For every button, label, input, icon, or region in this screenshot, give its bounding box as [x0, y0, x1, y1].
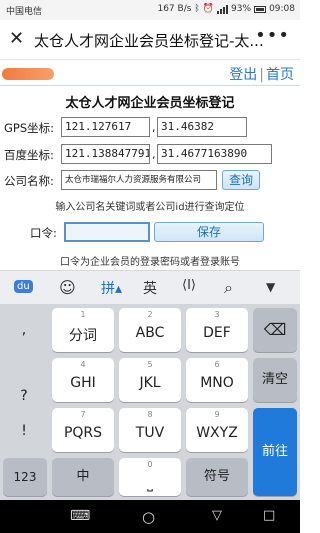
key-3[interactable]: 3 DEF	[186, 308, 248, 352]
space-key[interactable]: 0 ⎵	[119, 458, 181, 496]
password-label: 口令:	[30, 226, 57, 240]
key-number: 1	[80, 310, 86, 319]
comma: ,	[152, 121, 156, 134]
network-speed: 167 B/s	[157, 4, 192, 14]
password-input[interactable]	[64, 222, 150, 242]
home-link[interactable]: 首页	[266, 67, 294, 83]
gps-row: GPS坐标: 121.127617 , 31.46382	[0, 117, 300, 139]
username-redacted	[2, 68, 54, 80]
key-number: 8	[147, 410, 153, 419]
home-icon[interactable]: ○	[142, 508, 155, 526]
company-input[interactable]: 太仓市瑞福尔人力资源服务有限公司	[61, 170, 217, 190]
battery-icon	[254, 5, 267, 13]
key-label: GHI	[70, 375, 96, 391]
query-button[interactable]: 查询	[222, 170, 260, 190]
chinese-key[interactable]: 中	[52, 458, 114, 496]
key-label: DEF	[203, 325, 231, 341]
emoji-icon[interactable]: ☺	[59, 278, 76, 297]
more-icon[interactable]: •••	[255, 25, 290, 46]
english-mode[interactable]: 英	[143, 278, 157, 298]
baidu-longitude-input[interactable]: 121.138847791	[61, 144, 150, 164]
key-label: TUV	[135, 425, 165, 441]
keyboard: , ? ! 1 分词 2 ABC 3 DEF ⌫ 4 GHI 5 JKL 6 MNO 清空 …	[0, 304, 300, 500]
search-hint: 输入公司名关键词或者公司id进行查询定位	[55, 202, 245, 213]
key-2[interactable]: 2 ABC	[119, 308, 181, 352]
status-right: 167 B/s ᛒ ⏰ 93% 09:08	[157, 4, 295, 14]
key-7[interactable]: 7 PQRS	[52, 408, 114, 452]
punct-comma[interactable]: ,	[0, 322, 48, 338]
key-label: MNO	[200, 375, 234, 391]
close-icon[interactable]: ✕	[9, 29, 24, 49]
gps-latitude-input[interactable]: 31.46382	[157, 117, 247, 137]
search-icon[interactable]: ⌕	[224, 278, 233, 298]
clear-button[interactable]: 清空	[253, 358, 297, 402]
navigation-bar: ⌨ ○ ▽ □	[0, 500, 300, 533]
key-number: 4	[80, 360, 86, 369]
gps-longitude-input[interactable]: 121.127617	[61, 117, 150, 137]
gps-label: GPS坐标:	[4, 121, 55, 135]
baidu-row: 百度坐标: 121.138847791 , 31.4677163890	[0, 144, 300, 166]
alarm-icon: ⏰	[202, 4, 215, 14]
keyboard-switch-icon[interactable]: ⌨	[70, 508, 90, 524]
logout-link[interactable]: 登出	[229, 67, 257, 83]
key-number: 7	[80, 410, 86, 419]
punct-exclaim[interactable]: !	[0, 423, 48, 439]
clock: 09:08	[269, 4, 295, 14]
baidu-latitude-input[interactable]: 31.4677163890	[157, 144, 272, 164]
company-label: 公司名称:	[4, 174, 54, 188]
du-logo-icon[interactable]: du	[14, 280, 33, 293]
title-bar: ✕ 太仓人才网企业会员坐标登记-太... •••	[0, 20, 300, 60]
key-9[interactable]: 9 WXYZ	[186, 408, 248, 452]
key-6[interactable]: 6 MNO	[186, 358, 248, 402]
company-row: 公司名称: 太仓市瑞福尔人力资源服务有限公司 查询	[0, 170, 300, 192]
user-bar: 登出 | 首页	[0, 60, 300, 86]
carrier-label: 中国电信	[6, 7, 43, 17]
comma: ,	[152, 148, 156, 161]
hide-keyboard-icon[interactable]: ▼	[266, 280, 275, 294]
signal-icon	[217, 4, 229, 14]
key-number: 2	[147, 310, 153, 319]
save-button[interactable]: 保存	[154, 222, 264, 242]
link-separator: |	[259, 67, 264, 83]
space-icon: ⎵	[147, 476, 153, 492]
key-1[interactable]: 1 分词	[52, 308, 114, 352]
go-button[interactable]: 前往	[253, 408, 297, 496]
back-icon[interactable]: ▽	[212, 508, 222, 523]
key-number: 5	[147, 360, 153, 369]
bluetooth-icon: ᛒ	[194, 4, 200, 14]
key-4[interactable]: 4 GHI	[52, 358, 114, 402]
keyboard-toolbar: du ☺ 拼▴ 英 ⟨I⟩ ⌕ ▼	[0, 270, 300, 304]
key-8[interactable]: 8 TUV	[119, 408, 181, 452]
registration-form: 太仓人才网企业会员坐标登记	[0, 86, 300, 111]
baidu-label: 百度坐标:	[4, 148, 54, 162]
key-number: 3	[214, 310, 220, 319]
user-links: 登出 | 首页	[229, 64, 294, 84]
backspace-icon[interactable]: ⌫	[253, 308, 297, 352]
key-number: 9	[214, 410, 220, 419]
punct-question[interactable]: ?	[0, 388, 48, 404]
key-label: 分词	[69, 328, 97, 344]
password-hint: 口令为企业会员的登录密码或者登录账号	[60, 257, 240, 268]
key-number: 6	[214, 360, 220, 369]
page-title: 太仓人才网企业会员坐标登记-太...	[34, 32, 264, 50]
status-bar: 中国电信 167 B/s ᛒ ⏰ 93% 09:08	[0, 0, 300, 20]
numbers-key[interactable]: 123	[3, 458, 47, 496]
key-label: WXYZ	[196, 425, 238, 441]
pinyin-mode[interactable]: 拼▴	[101, 278, 122, 298]
key-number: 0	[147, 460, 153, 469]
symbols-key[interactable]: 符号	[186, 458, 248, 496]
cursor-icon[interactable]: ⟨I⟩	[182, 278, 196, 293]
key-5[interactable]: 5 JKL	[119, 358, 181, 402]
recent-apps-icon[interactable]: □	[263, 508, 275, 523]
form-heading: 太仓人才网企业会员坐标登记	[65, 96, 235, 111]
key-label: ABC	[135, 325, 165, 341]
battery-percent: 93%	[231, 4, 252, 14]
password-row: 口令: 保存	[0, 222, 300, 244]
key-label: PQRS	[63, 425, 103, 441]
key-label: JKL	[139, 375, 161, 391]
